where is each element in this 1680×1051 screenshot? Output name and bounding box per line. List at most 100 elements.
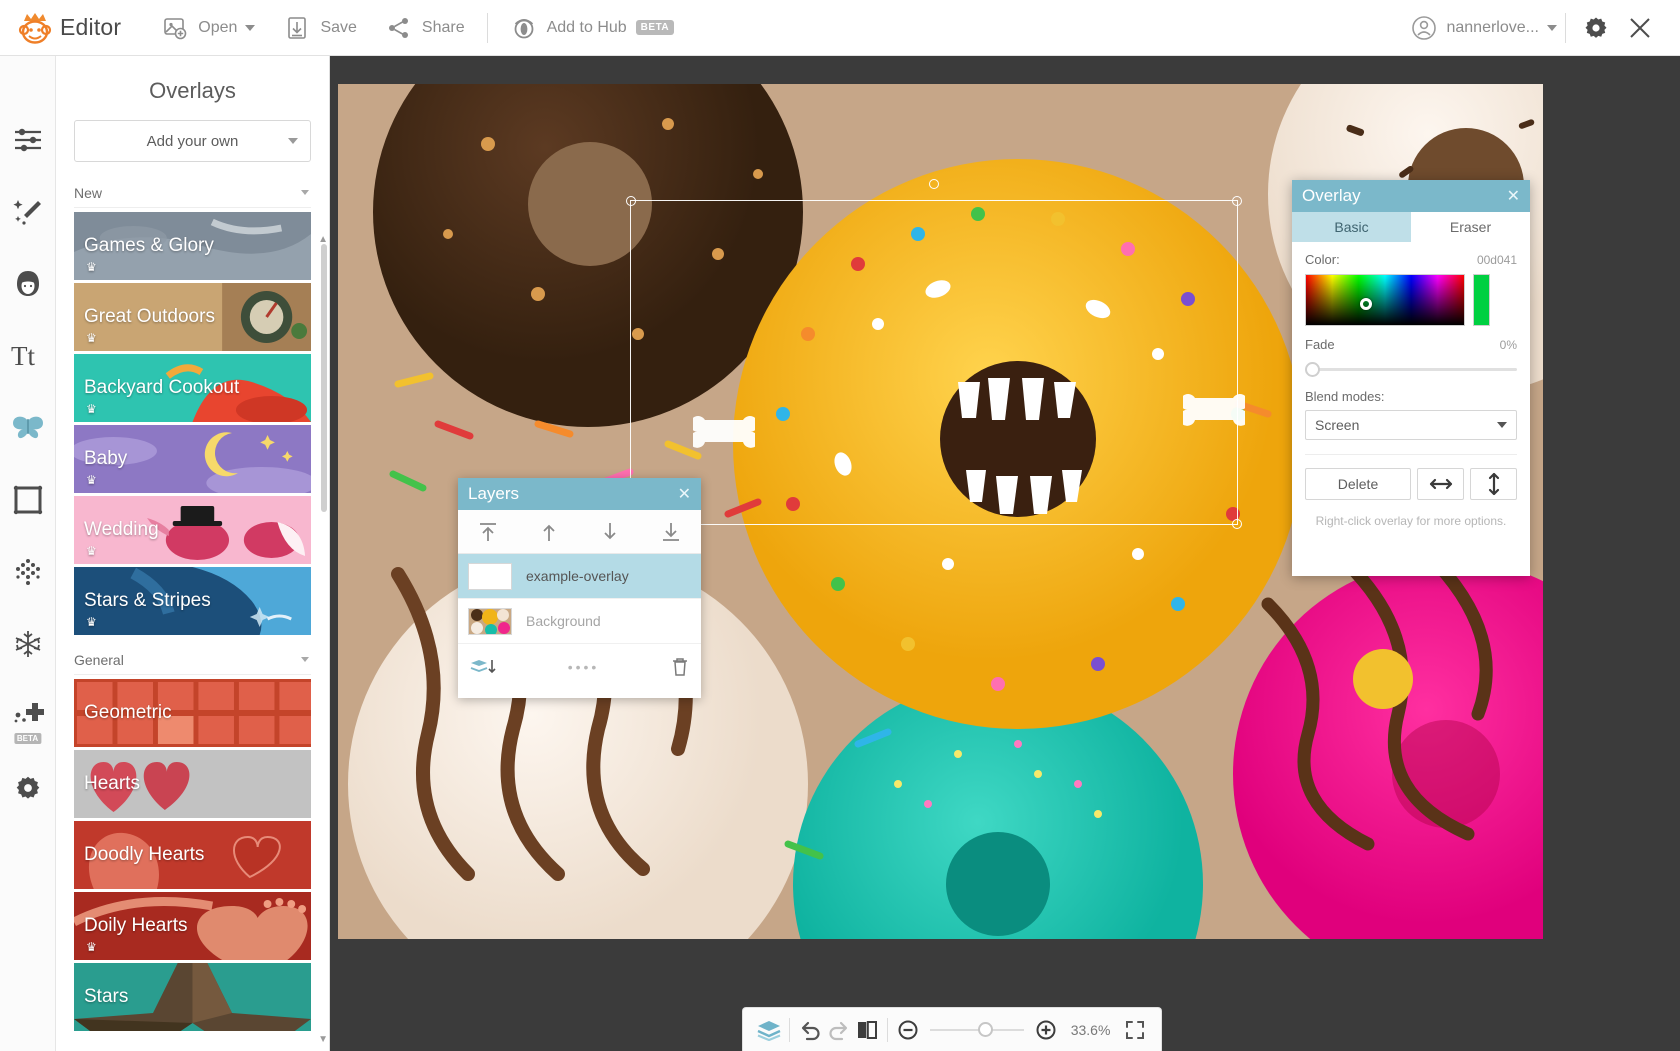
fade-slider-knob[interactable] — [1305, 362, 1320, 377]
flip-vertical-button[interactable] — [1470, 468, 1517, 500]
category-label: Geometric — [74, 702, 172, 724]
delete-overlay-button[interactable]: Delete — [1305, 468, 1411, 500]
section-select-new[interactable]: New — [74, 178, 311, 208]
overlay-bone-left[interactable] — [693, 414, 755, 448]
category-stars-and-stripes[interactable]: Stars & Stripes ♛ — [74, 567, 311, 635]
snowflake-icon — [13, 629, 43, 659]
color-picker-gradient[interactable] — [1305, 274, 1465, 326]
blend-mode-select[interactable]: Screen — [1305, 410, 1517, 440]
section-select-general[interactable]: General — [74, 645, 311, 675]
add-to-hub-label: Add to Hub — [547, 19, 627, 37]
compare-original-button[interactable] — [853, 1008, 881, 1051]
send-backward-button[interactable] — [586, 517, 634, 547]
sidebar-item-overlays[interactable] — [0, 392, 56, 464]
layer-row-background[interactable]: Background — [458, 599, 701, 644]
category-baby[interactable]: Baby ♛ — [74, 425, 311, 493]
beta-badge: BETA — [636, 20, 674, 35]
category-label: Wedding — [74, 519, 159, 541]
scroll-down-icon[interactable]: ▼ — [318, 1034, 328, 1045]
layer-name: example-overlay — [526, 568, 629, 584]
layer-row-example-overlay[interactable]: example-overlay — [458, 554, 701, 599]
share-button[interactable]: Share — [371, 0, 479, 56]
add-your-own-button[interactable]: Add your own — [74, 120, 311, 162]
category-games-and-glory[interactable]: Games & Glory ♛ — [74, 212, 311, 280]
fade-slider-track — [1309, 368, 1517, 371]
overlay-bone-right[interactable] — [1183, 392, 1245, 426]
settings-button[interactable] — [1574, 6, 1618, 50]
fit-to-screen-button[interactable] — [1121, 1008, 1149, 1051]
redo-arrow-icon — [827, 1019, 851, 1041]
category-list-general: Geometric Hearts — [56, 679, 329, 1031]
sidebar-item-settings[interactable] — [0, 752, 56, 824]
toggle-layers-button[interactable] — [755, 1008, 783, 1051]
sidebar-item-effects[interactable] — [0, 176, 56, 248]
zoom-out-button[interactable] — [894, 1008, 922, 1051]
category-hearts[interactable]: Hearts — [74, 750, 311, 818]
account-menu[interactable]: nannerlove... — [1411, 15, 1557, 41]
color-value[interactable]: 00d041 — [1477, 253, 1517, 267]
graphic-sparkle-icon — [12, 701, 44, 731]
undo-button[interactable] — [796, 1008, 824, 1051]
save-label: Save — [320, 19, 356, 37]
sliders-icon — [13, 127, 43, 153]
category-label: Games & Glory — [74, 235, 214, 257]
category-doily-hearts[interactable]: Doily Hearts ♛ — [74, 892, 311, 960]
overlay-properties-panel: Overlay ✕ Basic Eraser Color: 00d041 Fad… — [1292, 180, 1530, 576]
category-backyard-cookout[interactable]: Backyard Cookout ♛ — [74, 354, 311, 422]
category-label: Great Outdoors — [74, 306, 215, 328]
category-label: Hearts — [74, 773, 140, 795]
close-window-button[interactable] — [1618, 6, 1662, 50]
category-list-new: Games & Glory ♛ Great Outdoors ♛ — [56, 212, 329, 635]
resize-handle-top-left[interactable] — [626, 196, 636, 206]
add-to-hub-button[interactable]: Add to Hub BETA — [496, 0, 689, 56]
sidebar-scrollbar-thumb[interactable] — [321, 244, 327, 512]
tab-eraser[interactable]: Eraser — [1411, 212, 1530, 242]
sidebar-item-touch-up[interactable] — [0, 248, 56, 320]
delete-layer-button[interactable] — [671, 657, 689, 677]
trash-icon — [671, 657, 689, 677]
zoom-in-button[interactable] — [1032, 1008, 1060, 1051]
category-wedding[interactable]: Wedding ♛ — [74, 496, 311, 564]
tab-basic[interactable]: Basic — [1292, 212, 1411, 242]
rotate-handle[interactable] — [929, 179, 939, 189]
color-picker-cursor[interactable] — [1360, 298, 1372, 310]
sidebar-item-text[interactable]: Tt — [0, 320, 56, 392]
category-label: Stars — [74, 986, 128, 1008]
fade-label: Fade — [1305, 337, 1335, 352]
sidebar-item-adjustments[interactable] — [0, 104, 56, 176]
face-portrait-icon — [12, 269, 44, 299]
close-icon[interactable]: ✕ — [1507, 186, 1520, 206]
category-stars[interactable]: Stars — [74, 963, 311, 1031]
category-doodly-hearts[interactable]: Doodly Hearts — [74, 821, 311, 889]
layers-panel-title: Layers — [468, 484, 519, 504]
sidebar-item-graphics[interactable]: BETA — [0, 680, 56, 752]
color-label: Color: — [1305, 252, 1340, 267]
zoom-minus-icon — [897, 1019, 919, 1041]
zoom-slider[interactable] — [930, 1018, 1024, 1042]
share-label: Share — [422, 19, 465, 37]
open-button[interactable]: Open — [147, 0, 269, 56]
sidebar-item-textures[interactable] — [0, 536, 56, 608]
flatten-layers-button[interactable] — [470, 657, 496, 677]
flip-horizontal-button[interactable] — [1417, 468, 1464, 500]
category-geometric[interactable]: Geometric — [74, 679, 311, 747]
zoom-slider-knob[interactable] — [978, 1022, 993, 1037]
sidebar-item-frames[interactable] — [0, 464, 56, 536]
app-logo[interactable]: Editor — [18, 12, 121, 44]
fade-slider[interactable] — [1305, 360, 1517, 378]
resize-handle-bottom-right[interactable] — [1232, 519, 1242, 529]
bring-forward-button[interactable] — [525, 517, 573, 547]
overlay-selection-box[interactable] — [630, 200, 1238, 525]
fit-screen-icon — [1125, 1020, 1145, 1040]
scroll-up-icon[interactable]: ▲ — [318, 234, 328, 245]
close-icon[interactable]: ✕ — [678, 484, 691, 504]
save-button[interactable]: Save — [269, 0, 370, 56]
sidebar-item-seasonal[interactable] — [0, 608, 56, 680]
resize-handle-top-right[interactable] — [1232, 196, 1242, 206]
send-to-front-button[interactable] — [464, 517, 512, 547]
category-great-outdoors[interactable]: Great Outdoors ♛ — [74, 283, 311, 351]
send-to-back-button[interactable] — [647, 517, 695, 547]
premium-crown-icon: ♛ — [86, 615, 97, 629]
panel-drag-handle[interactable]: •••• — [568, 659, 600, 675]
redo-button[interactable] — [825, 1008, 853, 1051]
